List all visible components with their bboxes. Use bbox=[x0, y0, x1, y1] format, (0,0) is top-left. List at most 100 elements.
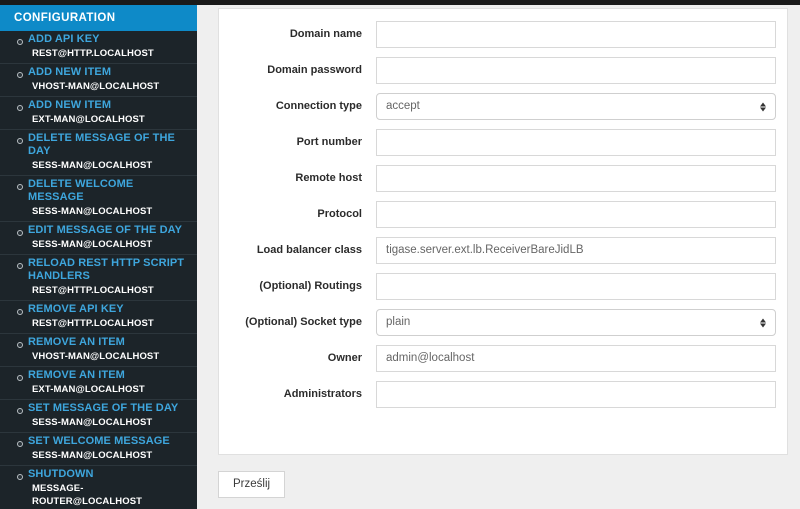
form-input[interactable] bbox=[376, 21, 776, 48]
sidebar-header: CONFIGURATION bbox=[0, 5, 197, 31]
sidebar-item-link[interactable]: REMOVE API KEY bbox=[28, 303, 191, 316]
sidebar-item-component: SESS-MAN@LOCALHOST bbox=[32, 160, 153, 171]
sidebar-item-link[interactable]: SET WELCOME MESSAGE bbox=[28, 435, 191, 448]
sidebar-item-component: REST@HTTP.LOCALHOST bbox=[32, 318, 154, 329]
sidebar-item-component: REST@HTTP.LOCALHOST bbox=[32, 285, 154, 296]
form-value: tigase.server.ext.lb.ReceiverBareJidLB bbox=[386, 244, 584, 256]
bullet-icon bbox=[17, 105, 23, 111]
form-row: Protocol bbox=[230, 201, 776, 228]
sidebar-item-link[interactable]: REMOVE AN ITEM bbox=[28, 336, 191, 349]
sidebar-item-component: SESS-MAN@LOCALHOST bbox=[32, 206, 153, 217]
sidebar-item[interactable]: ADD NEW ITEM VHOST-MAN@LOCALHOST bbox=[0, 64, 197, 97]
sidebar-item-component: SESS-MAN@LOCALHOST bbox=[32, 417, 153, 428]
sidebar-item-link[interactable]: DELETE MESSAGE OF THE DAY bbox=[28, 132, 191, 158]
sidebar-item-component: SESS-MAN@LOCALHOST bbox=[32, 450, 153, 461]
sidebar-item-link[interactable]: ADD API KEY bbox=[28, 33, 191, 46]
form-label: Domain name bbox=[289, 28, 362, 40]
form-row: Port number bbox=[230, 129, 776, 156]
bullet-icon bbox=[17, 184, 23, 190]
sidebar-item-link[interactable]: REMOVE AN ITEM bbox=[28, 369, 191, 382]
sidebar-item-component: MESSAGE-ROUTER@LOCALHOST bbox=[32, 483, 143, 507]
form-select[interactable]: accept bbox=[376, 93, 776, 120]
form-select[interactable]: plain bbox=[376, 309, 776, 336]
chevron-updown-icon[interactable] bbox=[759, 316, 766, 329]
main-content: Domain name Domain password Connection typ… bbox=[197, 5, 800, 509]
form-row: Load balancer class tigase.server.ext.lb.… bbox=[230, 237, 776, 264]
bullet-icon bbox=[17, 408, 23, 414]
form-label: Remote host bbox=[295, 172, 362, 184]
submit-button[interactable]: Prześlij bbox=[218, 471, 286, 498]
sidebar-item[interactable]: REMOVE API KEY REST@HTTP.LOCALHOST bbox=[0, 301, 197, 334]
bullet-icon bbox=[17, 309, 23, 315]
sidebar-item-link[interactable]: EDIT MESSAGE OF THE DAY bbox=[28, 224, 191, 237]
form-input[interactable] bbox=[376, 57, 776, 84]
form-label: Owner bbox=[327, 352, 362, 364]
sidebar-item-link[interactable]: RELOAD REST HTTP SCRIPT HANDLERS bbox=[28, 257, 191, 283]
bullet-icon bbox=[17, 138, 23, 144]
form-row: Remote host bbox=[230, 165, 776, 192]
form-input[interactable] bbox=[376, 273, 776, 300]
form-label: Domain password bbox=[267, 64, 362, 76]
form-label: Connection type bbox=[275, 100, 362, 112]
form-row: Domain password bbox=[230, 57, 776, 84]
sidebar-item[interactable]: EDIT MESSAGE OF THE DAY SESS-MAN@LOCALHOS… bbox=[0, 222, 197, 255]
sidebar-item-component: VHOST-MAN@LOCALHOST bbox=[32, 81, 160, 92]
sidebar-item[interactable]: REMOVE AN ITEM EXT-MAN@LOCALHOST bbox=[0, 367, 197, 400]
sidebar-item[interactable]: DELETE MESSAGE OF THE DAY SESS-MAN@LOCALH… bbox=[0, 130, 197, 176]
app-root: CONFIGURATION ADD API KEY REST@HTTP.LOCAL… bbox=[0, 0, 800, 509]
form-label: (Optional) Routings bbox=[259, 280, 362, 292]
sidebar-item-component: VHOST-MAN@LOCALHOST bbox=[32, 351, 160, 362]
submit-area: Prześlij bbox=[218, 471, 286, 498]
form-input[interactable]: tigase.server.ext.lb.ReceiverBareJidLB bbox=[376, 237, 776, 264]
form-row: Administrators bbox=[230, 381, 776, 408]
form-row: (Optional) Socket type plain bbox=[230, 309, 776, 336]
sidebar-item-component: SESS-MAN@LOCALHOST bbox=[32, 239, 153, 250]
form-input[interactable] bbox=[376, 129, 776, 156]
form-value: plain bbox=[386, 316, 411, 328]
sidebar-item-component: REST@HTTP.LOCALHOST bbox=[32, 48, 154, 59]
form-label: Administrators bbox=[283, 388, 362, 400]
bullet-icon bbox=[17, 72, 23, 78]
sidebar-command-list: ADD API KEY REST@HTTP.LOCALHOST ADD NEW IT… bbox=[0, 31, 197, 509]
sidebar-item-component: EXT-MAN@LOCALHOST bbox=[32, 384, 145, 395]
chevron-updown-icon[interactable] bbox=[759, 100, 766, 113]
form-input[interactable] bbox=[376, 201, 776, 228]
sidebar-item-link[interactable]: SET MESSAGE OF THE DAY bbox=[28, 402, 191, 415]
bullet-icon bbox=[17, 342, 23, 348]
bullet-icon bbox=[17, 474, 23, 480]
form-row: Connection type accept bbox=[230, 93, 776, 120]
form-label: Protocol bbox=[317, 208, 362, 220]
sidebar-item[interactable]: RELOAD REST HTTP SCRIPT HANDLERS REST@HTT… bbox=[0, 255, 197, 301]
sidebar-item-link[interactable]: SHUTDOWN bbox=[28, 468, 191, 481]
bullet-icon bbox=[17, 230, 23, 236]
form-value: accept bbox=[386, 100, 420, 112]
sidebar-item-component: EXT-MAN@LOCALHOST bbox=[32, 114, 145, 125]
form-label: Port number bbox=[296, 136, 362, 148]
sidebar-item[interactable]: ADD NEW ITEM EXT-MAN@LOCALHOST bbox=[0, 97, 197, 130]
form-input[interactable] bbox=[376, 381, 776, 408]
sidebar-item[interactable]: DELETE WELCOME MESSAGE SESS-MAN@LOCALHOST bbox=[0, 176, 197, 222]
bullet-icon bbox=[17, 441, 23, 447]
sidebar-item[interactable]: SET WELCOME MESSAGE SESS-MAN@LOCALHOST bbox=[0, 433, 197, 466]
form-row: Domain name bbox=[230, 21, 776, 48]
sidebar-item[interactable]: SET MESSAGE OF THE DAY SESS-MAN@LOCALHOST bbox=[0, 400, 197, 433]
configuration-form: Domain name Domain password Connection typ… bbox=[219, 9, 787, 408]
bullet-icon bbox=[17, 263, 23, 269]
form-label: Load balancer class bbox=[256, 244, 362, 256]
form-value: admin@localhost bbox=[386, 352, 475, 364]
sidebar-item[interactable]: ADD API KEY REST@HTTP.LOCALHOST bbox=[0, 31, 197, 64]
form-row: Owner admin@localhost bbox=[230, 345, 776, 372]
form-panel: Domain name Domain password Connection typ… bbox=[218, 8, 788, 455]
bullet-icon bbox=[17, 39, 23, 45]
form-label: (Optional) Socket type bbox=[245, 316, 362, 328]
form-input[interactable]: admin@localhost bbox=[376, 345, 776, 372]
sidebar-item[interactable]: SHUTDOWN MESSAGE-ROUTER@LOCALHOST bbox=[0, 466, 197, 509]
form-row: (Optional) Routings bbox=[230, 273, 776, 300]
configuration-sidebar: CONFIGURATION ADD API KEY REST@HTTP.LOCAL… bbox=[0, 5, 197, 509]
sidebar-item-link[interactable]: DELETE WELCOME MESSAGE bbox=[28, 178, 191, 204]
bullet-icon bbox=[17, 375, 23, 381]
sidebar-item[interactable]: REMOVE AN ITEM VHOST-MAN@LOCALHOST bbox=[0, 334, 197, 367]
sidebar-item-link[interactable]: ADD NEW ITEM bbox=[28, 66, 191, 79]
form-input[interactable] bbox=[376, 165, 776, 192]
sidebar-item-link[interactable]: ADD NEW ITEM bbox=[28, 99, 191, 112]
